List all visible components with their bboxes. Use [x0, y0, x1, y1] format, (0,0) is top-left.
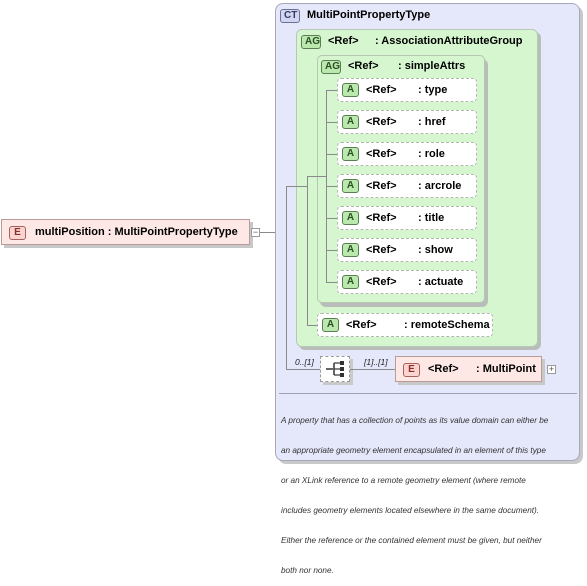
attribute-ref: <Ref>	[366, 148, 397, 160]
expand-button[interactable]: +	[547, 365, 556, 374]
documentation-line: Either the reference or the contained el…	[281, 536, 542, 545]
connector-line	[296, 186, 307, 187]
multipoint-ref: <Ref>	[428, 363, 459, 375]
connector-line	[326, 122, 337, 123]
attribute-group-ref: <Ref>	[328, 35, 359, 47]
attribute-badge: A	[342, 83, 359, 97]
attribute-ref: <Ref>	[346, 319, 377, 331]
attribute-show[interactable]: A <Ref> : show	[337, 238, 477, 262]
attribute-arcrole[interactable]: A <Ref> : arcrole	[337, 174, 477, 198]
attribute-group-name: : AssociationAttributeGroup	[375, 35, 523, 47]
attribute-ref: <Ref>	[366, 276, 397, 288]
connector-line	[326, 218, 337, 219]
connector-line	[307, 325, 317, 326]
sequence-occurrence: 0..[1]	[295, 357, 314, 367]
documentation-line: A property that has a collection of poin…	[281, 416, 549, 425]
documentation-line: includes geometry elements located elsew…	[281, 506, 540, 515]
multipoint-element[interactable]: E <Ref> : MultiPoint	[395, 356, 542, 382]
attribute-href[interactable]: A <Ref> : href	[337, 110, 477, 134]
multipoint-occurrence: [1]..[1]	[364, 357, 388, 367]
attribute-role[interactable]: A <Ref> : role	[337, 142, 477, 166]
attribute-remote-schema[interactable]: A <Ref> : remoteSchema	[317, 313, 493, 337]
attribute-badge: A	[342, 211, 359, 225]
complex-type-badge: CT	[280, 9, 300, 23]
attribute-ref: <Ref>	[366, 212, 397, 224]
attribute-ref: <Ref>	[366, 116, 397, 128]
connector-line	[286, 186, 287, 370]
multipoint-name: : MultiPoint	[476, 363, 536, 375]
documentation-text: A property that has a collection of poin…	[281, 396, 548, 586]
connector-line	[350, 369, 395, 370]
simple-attrs-name: : simpleAttrs	[398, 60, 466, 72]
attribute-badge: A	[322, 318, 339, 332]
connector-line	[307, 176, 308, 325]
attribute-ref: <Ref>	[366, 244, 397, 256]
root-element[interactable]: E multiPosition : MultiPointPropertyType	[1, 219, 250, 245]
attribute-badge: A	[342, 179, 359, 193]
attribute-name: : remoteSchema	[404, 319, 490, 331]
sequence-compositor[interactable]	[320, 356, 350, 382]
documentation-line: or an XLink reference to a remote geomet…	[281, 476, 526, 485]
connector-line	[286, 369, 320, 370]
attribute-ref: <Ref>	[366, 84, 397, 96]
attribute-title[interactable]: A <Ref> : title	[337, 206, 477, 230]
connector-line	[326, 250, 337, 251]
attribute-type[interactable]: A <Ref> : type	[337, 78, 477, 102]
attribute-name: : show	[418, 244, 453, 256]
connector-line	[326, 282, 337, 283]
attribute-name: : role	[418, 148, 445, 160]
collapse-button[interactable]: −	[251, 228, 260, 237]
element-badge: E	[403, 363, 420, 377]
connector-line	[326, 90, 337, 91]
connector-line	[317, 176, 326, 177]
root-element-label: multiPosition : MultiPointPropertyType	[35, 226, 238, 238]
connector-line	[286, 186, 296, 187]
complex-type-title: MultiPointPropertyType	[307, 9, 431, 21]
connector-line	[307, 176, 317, 177]
attribute-name: : actuate	[418, 276, 464, 288]
sequence-icon	[326, 361, 344, 377]
attribute-name: : arcrole	[418, 180, 462, 192]
connector-line	[260, 232, 275, 233]
element-badge: E	[9, 226, 26, 240]
simple-attrs-badge: AG	[321, 60, 341, 74]
documentation-line: both nor none.	[281, 566, 334, 575]
connector-line	[326, 186, 337, 187]
attribute-name: : title	[418, 212, 445, 224]
attribute-badge: A	[342, 243, 359, 257]
attribute-name: : href	[418, 116, 446, 128]
attribute-group-badge: AG	[301, 35, 321, 49]
attribute-name: : type	[418, 84, 448, 96]
attribute-badge: A	[342, 147, 359, 161]
attribute-ref: <Ref>	[366, 180, 397, 192]
attribute-badge: A	[342, 115, 359, 129]
attribute-badge: A	[342, 275, 359, 289]
connector-line	[326, 154, 337, 155]
attribute-actuate[interactable]: A <Ref> : actuate	[337, 270, 477, 294]
simple-attrs-ref: <Ref>	[348, 60, 379, 72]
documentation-line: an appropriate geometry element encapsul…	[281, 446, 546, 455]
documentation-divider	[279, 393, 577, 394]
